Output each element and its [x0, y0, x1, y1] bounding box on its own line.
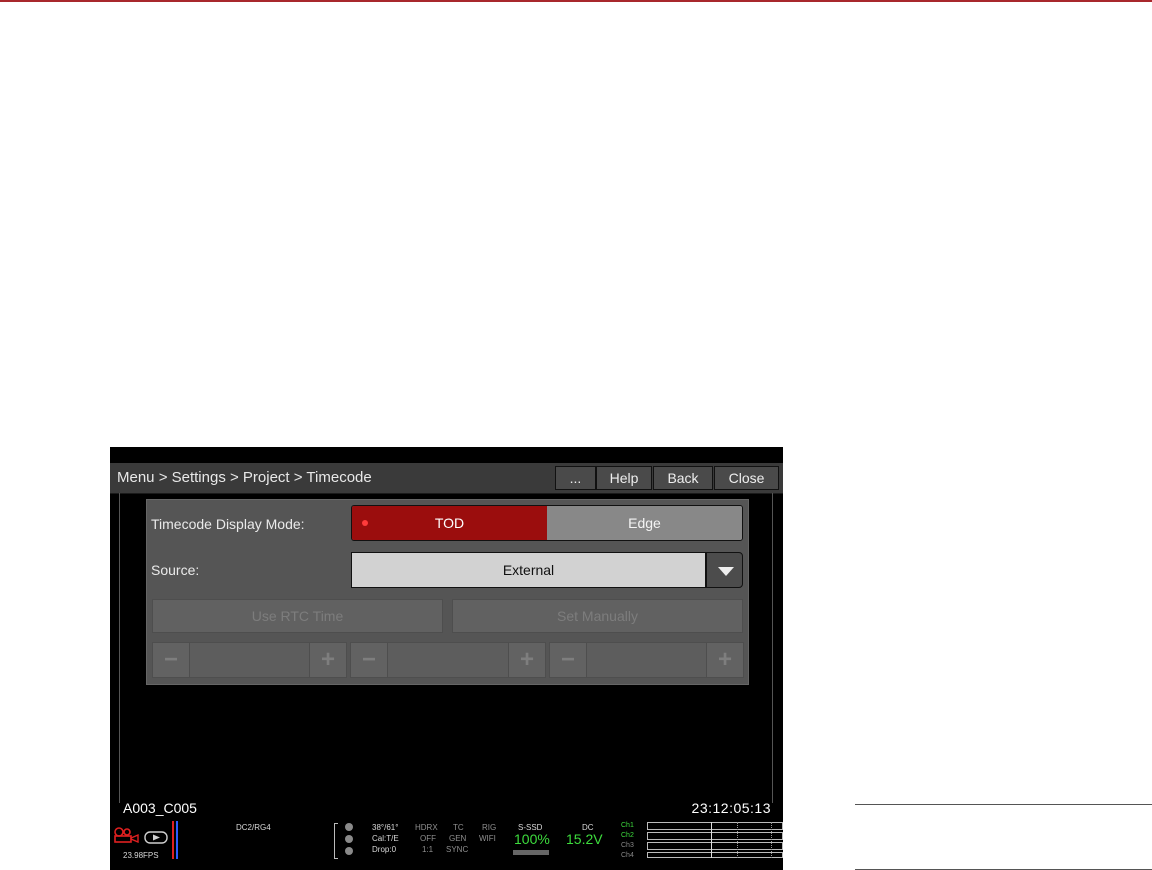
plus-icon[interactable]: + [508, 643, 545, 677]
more-button[interactable]: ... [555, 466, 596, 490]
set-manually-button[interactable]: Set Manually [452, 599, 743, 633]
status-bracket [334, 823, 338, 859]
minus-icon[interactable]: − [550, 643, 587, 677]
source-dropdown-button[interactable] [706, 552, 743, 588]
status-led [345, 835, 353, 843]
breadcrumb: Menu > Settings > Project > Timecode [117, 469, 372, 486]
power-voltage: 15.2V [566, 831, 603, 847]
page-top-rule [0, 0, 1152, 2]
status-bar: 23.98FPS DC2/RG4 38°/61° Cal:T/E Drop:0 … [110, 820, 783, 870]
timecode-display-mode-label: Timecode Display Mode: [151, 516, 305, 532]
rig-label: RIG [482, 823, 497, 832]
audio-meters [647, 822, 783, 858]
aspect-ratio: 1:1 [422, 845, 434, 854]
playback-icon[interactable] [144, 831, 168, 844]
minus-icon[interactable]: − [153, 643, 190, 677]
tc-label: TC [453, 823, 464, 832]
fps-readout: 23.98FPS [123, 851, 159, 860]
menu-title-bar: Menu > Settings > Project > Timecode ...… [110, 463, 783, 494]
timecode-settings-panel: Timecode Display Mode: TOD Edge Source: … [146, 499, 749, 685]
hours-stepper[interactable]: − + [152, 642, 347, 678]
plus-icon[interactable]: + [309, 643, 346, 677]
back-button[interactable]: Back [653, 466, 713, 490]
codec-readout: DC2/RG4 [236, 823, 271, 832]
timecode-readout: 23:12:05:13 [691, 800, 771, 816]
divider-rule [855, 804, 1152, 805]
camera-menu-screen: Menu > Settings > Project > Timecode ...… [110, 447, 783, 870]
hdrx-value: OFF [420, 834, 436, 843]
sensor-temp: 38°/61° [372, 823, 399, 832]
seconds-stepper[interactable]: − + [549, 642, 744, 678]
dropped-frames: Drop:0 [372, 845, 397, 854]
timecode-display-mode-toggle: TOD Edge [351, 505, 743, 541]
calibration-status: Cal:T/E [372, 834, 399, 843]
channel-3-label: Ch3 [621, 842, 634, 849]
sync-status: SYNC [446, 845, 469, 854]
source-label: Source: [151, 562, 200, 578]
media-capacity: 100% [514, 831, 550, 847]
minutes-stepper[interactable]: − + [350, 642, 546, 678]
channel-1-label: Ch1 [621, 822, 634, 829]
tod-option[interactable]: TOD [352, 506, 547, 540]
minus-icon[interactable]: − [351, 643, 388, 677]
edge-option[interactable]: Edge [547, 506, 742, 540]
audio-level-bar-blue [176, 821, 178, 859]
close-button[interactable]: Close [714, 466, 779, 490]
status-led [345, 823, 353, 831]
source-select[interactable]: External [351, 552, 706, 588]
status-led [345, 847, 353, 855]
clip-name: A003_C005 [123, 800, 197, 816]
hdrx-label: HDRX [415, 823, 438, 832]
use-rtc-time-button[interactable]: Use RTC Time [152, 599, 443, 633]
channel-2-label: Ch2 [621, 832, 634, 839]
rig-value: WIFI [479, 834, 496, 843]
help-button[interactable]: Help [596, 466, 652, 490]
plus-icon[interactable]: + [706, 643, 743, 677]
chevron-down-icon [718, 567, 734, 576]
record-camera-icon[interactable] [113, 827, 141, 843]
audio-level-bar-red [172, 821, 174, 859]
tc-value: GEN [449, 834, 467, 843]
selected-indicator-icon [362, 520, 368, 526]
tod-option-label: TOD [434, 515, 465, 531]
channel-4-label: Ch4 [621, 852, 634, 859]
edge-option-label: Edge [628, 515, 661, 531]
media-badge [513, 850, 549, 855]
